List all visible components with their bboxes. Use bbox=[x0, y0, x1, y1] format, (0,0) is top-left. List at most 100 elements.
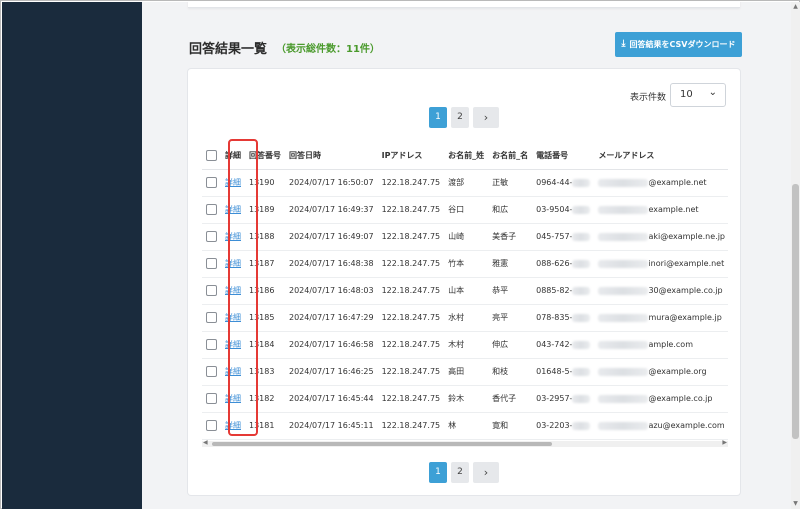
select-all-checkbox[interactable] bbox=[206, 149, 217, 161]
table-row: 詳細 13186 2024/07/17 16:48:03 122.18.247.75 山… bbox=[202, 277, 728, 305]
ip-address: 122.18.247.75 bbox=[377, 250, 445, 278]
response-datetime: 2024/07/17 16:45:44 bbox=[285, 385, 378, 413]
table-row: 詳細 13188 2024/07/17 16:49:07 122.18.247.75 山… bbox=[202, 223, 728, 251]
last-name: 山崎 bbox=[444, 223, 489, 251]
detail-link[interactable]: 詳細 bbox=[225, 421, 241, 430]
redacted-mask bbox=[572, 313, 591, 322]
detail-link[interactable]: 詳細 bbox=[225, 340, 241, 349]
row-checkbox[interactable] bbox=[206, 420, 217, 431]
per-page-select[interactable]: 10 ⌄ bbox=[670, 83, 726, 107]
horizontal-scrollbar[interactable]: ◀ ▶ bbox=[202, 439, 728, 447]
redacted-mask bbox=[598, 178, 649, 187]
detail-cell: 詳細 bbox=[221, 223, 245, 251]
col-header-phone: 電話番号 bbox=[532, 142, 595, 170]
last-name: 林 bbox=[444, 412, 489, 440]
ip-address: 122.18.247.75 bbox=[377, 169, 445, 197]
response-id: 13187 bbox=[245, 250, 285, 278]
table-row: 詳細 13190 2024/07/17 16:50:07 122.18.247.75 渡… bbox=[202, 169, 728, 197]
scroll-right-icon[interactable]: ▶ bbox=[722, 439, 727, 446]
email-cell: @example.co.jp bbox=[594, 385, 728, 413]
redacted-mask bbox=[598, 286, 649, 295]
per-page-value: 10 bbox=[680, 89, 693, 100]
last-name: 木村 bbox=[444, 331, 489, 359]
row-checkbox[interactable] bbox=[206, 366, 217, 377]
detail-link[interactable]: 詳細 bbox=[225, 286, 241, 295]
row-select-cell bbox=[202, 196, 221, 224]
detail-cell: 詳細 bbox=[221, 412, 245, 440]
redacted-mask bbox=[572, 178, 591, 187]
last-name: 竹本 bbox=[444, 250, 489, 278]
row-checkbox[interactable] bbox=[206, 177, 217, 188]
ip-address: 122.18.247.75 bbox=[377, 304, 445, 332]
phone-cell: 078-835- bbox=[532, 304, 595, 332]
email-address: ample.com bbox=[648, 340, 693, 349]
row-select-cell bbox=[202, 304, 221, 332]
detail-link[interactable]: 詳細 bbox=[225, 178, 241, 187]
results-table-container: 詳細 回答番号 回答日時 IPアドレス お名前_姓 お名前_名 電話番号 メール… bbox=[202, 142, 728, 444]
email-cell: inori@example.net bbox=[594, 250, 728, 278]
scroll-up-icon[interactable]: ▲ bbox=[791, 2, 800, 12]
email-address: example.net bbox=[648, 205, 699, 214]
results-card: 表示件数 10 ⌄ 1 2 › 詳細 回答番号 回答日時 IPアドレス お名前_… bbox=[188, 69, 740, 495]
row-select-cell bbox=[202, 223, 221, 251]
col-header-id: 回答番号 bbox=[245, 142, 285, 170]
vertical-scroll-thumb[interactable] bbox=[792, 184, 799, 439]
download-icon: ⤓ bbox=[621, 39, 626, 49]
table-row: 詳細 13183 2024/07/17 16:46:25 122.18.247.75 高… bbox=[202, 358, 728, 386]
redacted-mask bbox=[572, 259, 591, 268]
detail-link[interactable]: 詳細 bbox=[225, 232, 241, 241]
row-checkbox[interactable] bbox=[206, 204, 217, 215]
detail-link[interactable]: 詳細 bbox=[225, 259, 241, 268]
phone-number: 043-742- bbox=[536, 340, 573, 349]
vertical-scrollbar[interactable]: ▲ ▼ bbox=[791, 2, 800, 509]
row-checkbox[interactable] bbox=[206, 339, 217, 350]
email-address: mura@example.jp bbox=[648, 313, 722, 322]
first-name: 雅憲 bbox=[488, 250, 533, 278]
first-name: 亮平 bbox=[488, 304, 533, 332]
sidebar bbox=[2, 2, 142, 509]
page-button-1[interactable]: 1 bbox=[429, 107, 447, 128]
last-name: 渡部 bbox=[444, 169, 489, 197]
page-button-1[interactable]: 1 bbox=[429, 462, 447, 483]
csv-download-button[interactable]: ⤓ 回答結果をCSVダウンロード bbox=[615, 32, 742, 57]
pagination-top: 1 2 › bbox=[429, 107, 499, 128]
first-name: 和広 bbox=[488, 196, 533, 224]
chevron-right-icon: › bbox=[483, 466, 489, 479]
phone-number: 088-626- bbox=[536, 259, 573, 268]
response-id: 13182 bbox=[245, 385, 285, 413]
row-checkbox[interactable] bbox=[206, 231, 217, 242]
redacted-mask bbox=[598, 313, 649, 322]
response-id: 13183 bbox=[245, 358, 285, 386]
detail-cell: 詳細 bbox=[221, 358, 245, 386]
scroll-down-icon[interactable]: ▼ bbox=[791, 499, 800, 509]
row-select-cell bbox=[202, 169, 221, 197]
detail-link[interactable]: 詳細 bbox=[225, 205, 241, 214]
detail-link[interactable]: 詳細 bbox=[225, 367, 241, 376]
horizontal-scroll-thumb[interactable] bbox=[212, 442, 552, 446]
row-checkbox[interactable] bbox=[206, 285, 217, 296]
scroll-left-icon[interactable]: ◀ bbox=[203, 439, 208, 446]
next-page-button[interactable]: › bbox=[473, 107, 499, 128]
response-id: 13186 bbox=[245, 277, 285, 305]
detail-link[interactable]: 詳細 bbox=[225, 313, 241, 322]
first-name: 恭平 bbox=[488, 277, 533, 305]
row-checkbox[interactable] bbox=[206, 312, 217, 323]
redacted-mask bbox=[572, 205, 591, 214]
detail-link[interactable]: 詳細 bbox=[225, 394, 241, 403]
row-checkbox[interactable] bbox=[206, 393, 217, 404]
page-button-2[interactable]: 2 bbox=[451, 462, 469, 483]
email-address: @example.net bbox=[648, 178, 707, 187]
col-header-detail: 詳細 bbox=[221, 142, 245, 170]
page-button-2[interactable]: 2 bbox=[451, 107, 469, 128]
response-id: 13188 bbox=[245, 223, 285, 251]
phone-number: 0885-82- bbox=[536, 286, 573, 295]
phone-cell: 03-2957- bbox=[532, 385, 595, 413]
first-name: 美香子 bbox=[488, 223, 533, 251]
row-select-cell bbox=[202, 250, 221, 278]
redacted-mask bbox=[572, 232, 591, 241]
row-checkbox[interactable] bbox=[206, 258, 217, 269]
next-page-button[interactable]: › bbox=[473, 462, 499, 483]
ip-address: 122.18.247.75 bbox=[377, 196, 445, 224]
table-row: 詳細 13182 2024/07/17 16:45:44 122.18.247.75 鈴… bbox=[202, 385, 728, 413]
redacted-mask bbox=[572, 286, 591, 295]
